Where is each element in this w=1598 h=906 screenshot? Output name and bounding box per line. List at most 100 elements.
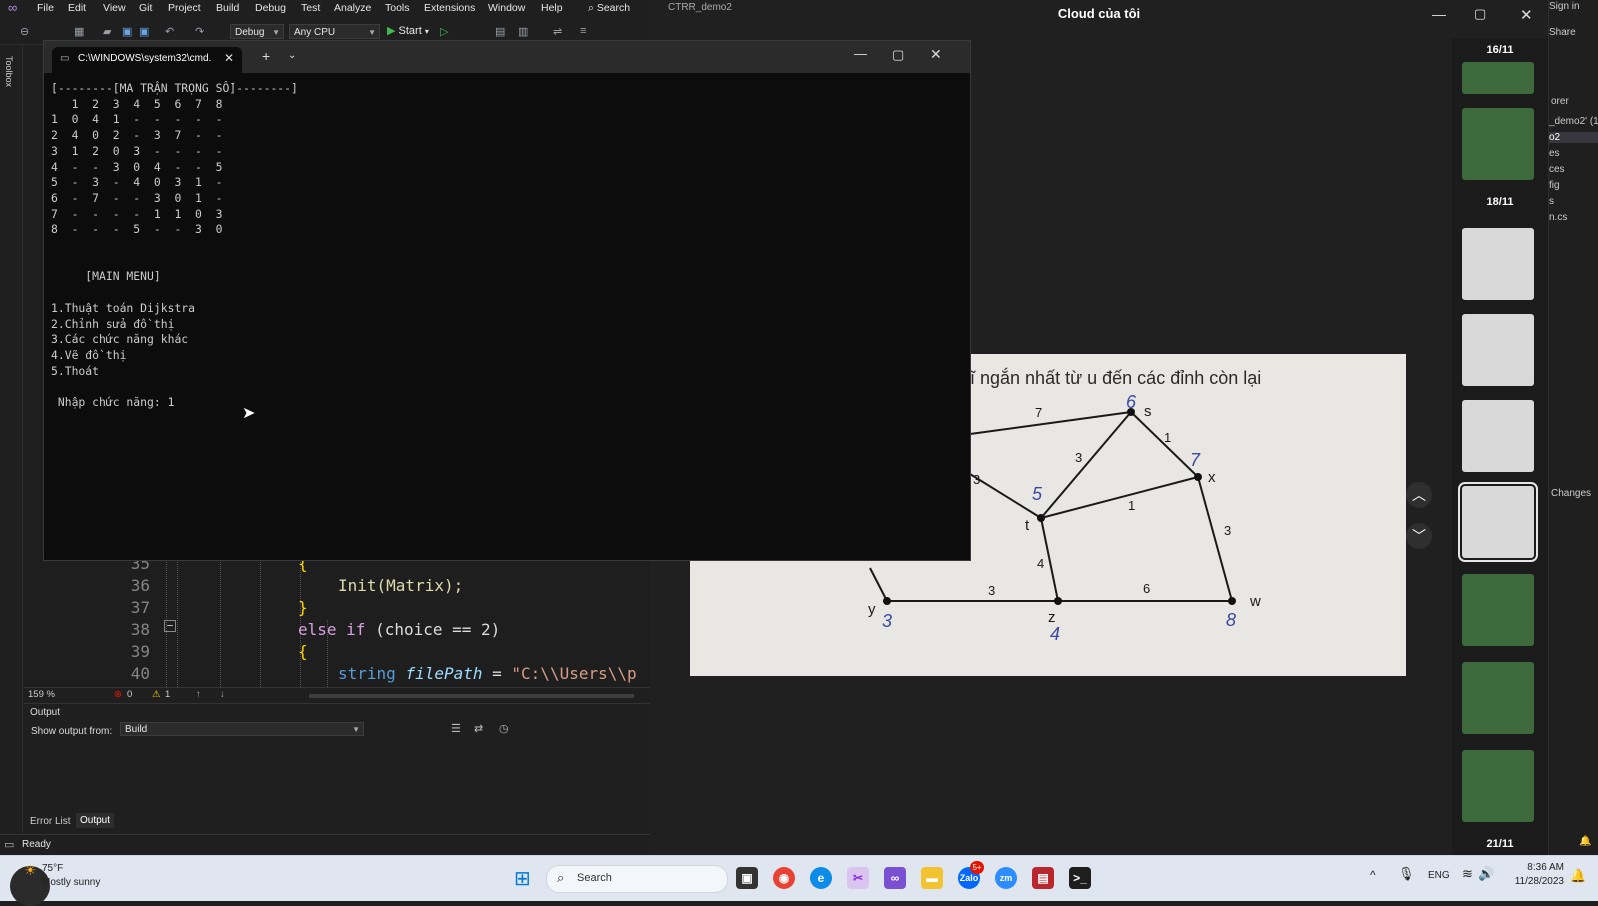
solution-item[interactable]: ces xyxy=(1549,164,1565,175)
solution-item[interactable]: n.cs xyxy=(1549,212,1567,223)
notification-icon[interactable]: 🔔 xyxy=(1579,836,1591,847)
maximize-button[interactable]: ▢ xyxy=(1474,6,1486,22)
previous-image-button[interactable]: ︿ xyxy=(1406,482,1432,508)
format-icon[interactable]: ⇌ xyxy=(553,25,562,38)
next-image-button[interactable]: ﹀ xyxy=(1406,523,1432,549)
thumbnail-selected[interactable] xyxy=(1458,482,1538,562)
task-view-icon[interactable]: ▣ xyxy=(736,867,758,889)
solution-item[interactable]: es xyxy=(1549,148,1560,159)
tab-error-list[interactable]: Error List xyxy=(30,816,71,827)
menu-help[interactable]: Help xyxy=(541,2,563,14)
edge-icon[interactable]: e xyxy=(810,867,832,889)
horizontal-scrollbar[interactable] xyxy=(309,694,634,698)
vs-search-box[interactable]: ⌕ Search xyxy=(588,2,630,15)
menu-file[interactable]: File xyxy=(37,2,54,14)
menu-debug[interactable]: Debug xyxy=(255,2,286,14)
zoom-level[interactable]: 159 % xyxy=(28,689,55,700)
menu-build[interactable]: Build xyxy=(216,2,239,14)
tab-output[interactable]: Output xyxy=(76,813,115,828)
microphone-icon[interactable]: 🎙 xyxy=(1398,866,1415,882)
start-without-debug-icon[interactable]: ▷ xyxy=(440,25,448,38)
thumbnail[interactable] xyxy=(1462,750,1534,822)
solution-item[interactable]: fig xyxy=(1549,180,1560,191)
toggle-icon[interactable]: ⇄ xyxy=(474,722,483,735)
language-indicator[interactable]: ENG xyxy=(1428,870,1450,881)
warning-count[interactable]: 1 xyxy=(165,689,170,700)
share-button[interactable]: Share xyxy=(1549,27,1576,38)
file-explorer-icon[interactable]: ▬ xyxy=(921,867,943,889)
new-tab-button[interactable]: + xyxy=(262,48,270,64)
close-button[interactable]: ✕ xyxy=(1520,6,1533,24)
error-count[interactable]: 0 xyxy=(127,689,132,700)
wifi-icon[interactable]: ≋ xyxy=(1462,866,1473,882)
nav-back-icon[interactable]: ⊖ xyxy=(20,25,29,38)
solution-item[interactable]: _demo2' (1 xyxy=(1549,116,1598,127)
menu-window[interactable]: Window xyxy=(488,2,525,14)
word-wrap-icon[interactable]: ☰ xyxy=(451,722,461,735)
save-all-icon[interactable]: ▣ xyxy=(139,25,149,38)
minimize-button[interactable]: — xyxy=(1432,6,1446,22)
config-dropdown[interactable]: Debug ▼ xyxy=(230,24,284,39)
sign-in-link[interactable]: Sign in xyxy=(1549,1,1580,12)
thumbnail[interactable] xyxy=(1462,314,1534,386)
console-close-button[interactable]: ✕ xyxy=(930,46,942,63)
chevron-up-icon[interactable]: ^ xyxy=(1370,868,1376,882)
menu-extensions[interactable]: Extensions xyxy=(424,2,475,14)
collapse-toggle-icon[interactable]: − xyxy=(164,620,176,632)
menu-test[interactable]: Test xyxy=(301,2,320,14)
volume-icon[interactable]: 🔊 xyxy=(1478,866,1494,882)
arrow-down-icon[interactable]: ↓ xyxy=(220,689,225,700)
menu-project[interactable]: Project xyxy=(168,2,201,14)
thumbnail[interactable] xyxy=(1462,108,1534,180)
solution-item[interactable]: s xyxy=(1549,196,1554,207)
open-folder-icon[interactable]: ▰ xyxy=(103,25,111,38)
thumbnail[interactable] xyxy=(1462,662,1534,734)
menu-git[interactable]: Git xyxy=(139,2,152,14)
tab-dropdown-icon[interactable]: ⌄ xyxy=(288,50,296,61)
undo-icon[interactable]: ↶ xyxy=(165,25,174,38)
toolbox-tab[interactable]: Toolbox xyxy=(4,56,14,87)
browser-link-icon[interactable]: ▤ xyxy=(495,25,505,38)
console-output[interactable]: [--------[MA TRẬN TRỌNG SỐ]--------] 1 2… xyxy=(51,81,298,411)
notification-bell-icon[interactable]: 🔔 xyxy=(1570,868,1586,884)
solution-item[interactable]: orer xyxy=(1551,96,1569,107)
terminal-app-icon[interactable]: >_ xyxy=(1069,867,1091,889)
visual-studio-icon[interactable]: ∞ xyxy=(884,867,906,889)
thumbnail[interactable] xyxy=(1462,574,1534,646)
thumbnail[interactable] xyxy=(1462,228,1534,300)
thumbnail[interactable] xyxy=(1462,400,1534,472)
clock-date[interactable]: 11/28/2023 xyxy=(1500,876,1564,887)
solution-item[interactable]: o2 xyxy=(1549,132,1598,143)
weather-temp[interactable]: 75°F xyxy=(42,863,63,874)
cmd-window[interactable]: ▭ C:\WINDOWS\system32\cmd. ✕ + ⌄ — ▢ ✕ [… xyxy=(43,40,971,561)
windows-start-icon[interactable]: ⊞ xyxy=(514,866,531,891)
thumbnail[interactable] xyxy=(1462,62,1534,94)
winrar-icon[interactable]: ▤ xyxy=(1032,867,1054,889)
console-minimize-button[interactable]: — xyxy=(854,46,867,61)
comment-icon[interactable]: ≡ xyxy=(580,25,586,37)
arrow-up-icon[interactable]: ↑ xyxy=(196,689,201,700)
zoom-app-icon[interactable]: zm xyxy=(995,867,1017,889)
menu-tools[interactable]: Tools xyxy=(385,2,410,14)
redo-icon[interactable]: ↷ xyxy=(195,25,204,38)
console-maximize-button[interactable]: ▢ xyxy=(892,47,904,63)
platform-dropdown[interactable]: Any CPU ▼ xyxy=(289,24,380,39)
code-editor[interactable]: 35 { 36 Init(Matrix); 37 } 38 − else if … xyxy=(24,554,650,687)
console-tab[interactable]: ▭ C:\WINDOWS\system32\cmd. ✕ xyxy=(52,47,242,73)
menu-edit[interactable]: Edit xyxy=(68,2,86,14)
git-changes-tab[interactable]: Changes xyxy=(1551,488,1591,499)
menu-analyze[interactable]: Analyze xyxy=(334,2,371,14)
close-tab-icon[interactable]: ✕ xyxy=(224,51,234,65)
chrome-icon[interactable]: ◉ xyxy=(773,867,795,889)
thumbnail-strip[interactable]: 16/11 18/11 21/11 xyxy=(1452,38,1548,855)
new-project-icon[interactable]: ▦ xyxy=(74,25,84,38)
snipping-tool-icon[interactable]: ✂ xyxy=(847,867,869,889)
taskbar-search[interactable]: ⌕ Search xyxy=(546,865,728,893)
start-button[interactable]: ▶ Start ▾ xyxy=(387,24,429,37)
clock-icon[interactable]: ◷ xyxy=(499,722,509,735)
weather-desc[interactable]: Mostly sunny xyxy=(42,877,100,888)
clock-time[interactable]: 8:36 AM xyxy=(1508,862,1564,873)
layout-icon[interactable]: ▥ xyxy=(518,25,528,38)
output-source-dropdown[interactable]: Build ▼ xyxy=(120,722,364,736)
menu-view[interactable]: View xyxy=(103,2,126,14)
